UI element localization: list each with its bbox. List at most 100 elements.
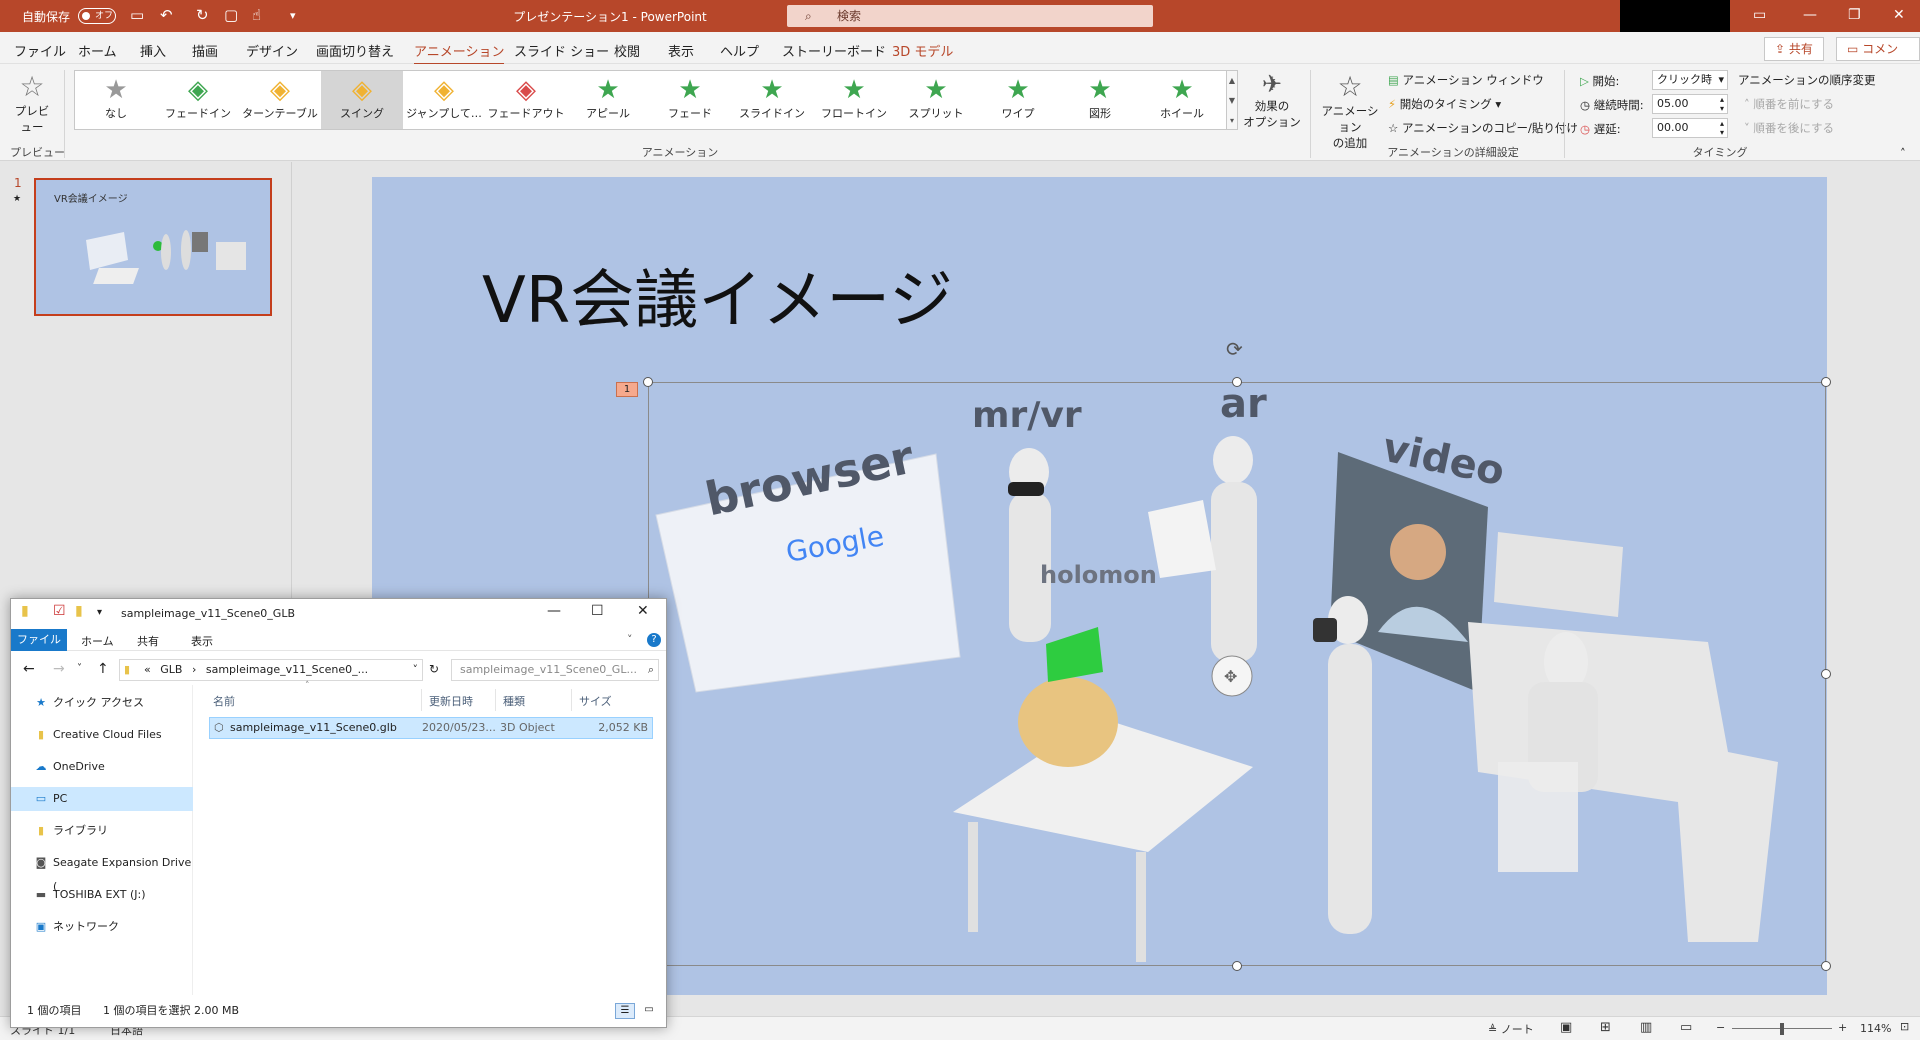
resize-handle[interactable]: [1821, 669, 1831, 679]
resize-handle[interactable]: [1232, 377, 1242, 387]
zoom-in-icon[interactable]: +: [1838, 1021, 1847, 1034]
nav-network[interactable]: ▣ ネットワーク: [11, 915, 193, 939]
anim-appear[interactable]: ★ アピール: [567, 71, 649, 129]
tab-storyboard[interactable]: ストーリーボード: [782, 41, 886, 60]
autosave-toggle[interactable]: オフ: [78, 8, 116, 24]
nav-onedrive[interactable]: ☁ OneDrive: [11, 755, 193, 779]
nav-pc[interactable]: ▭ PC: [11, 787, 193, 811]
nav-quick-access[interactable]: ★ クイック アクセス: [11, 691, 193, 715]
3d-model-selection-box[interactable]: [648, 382, 1826, 966]
anim-none[interactable]: ★ なし: [75, 71, 157, 129]
move-earlier-button[interactable]: ˄ 順番を前にする: [1744, 96, 1834, 112]
trigger-button[interactable]: ⚡ 開始のタイミング ▾: [1388, 96, 1501, 112]
anim-fade-out[interactable]: ◈ フェードアウト: [485, 71, 567, 129]
redo-icon[interactable]: ↻: [196, 6, 209, 24]
fit-slide-icon[interactable]: ⊡: [1900, 1020, 1909, 1033]
resize-handle[interactable]: [1232, 961, 1242, 971]
large-icons-view-icon[interactable]: ▭: [639, 1003, 659, 1019]
gallery-scroll[interactable]: ▲ ▼ ▾: [1226, 70, 1238, 130]
undo-icon[interactable]: ↶: [160, 6, 173, 24]
animation-pane-button[interactable]: ▤ アニメーション ウィンドウ: [1388, 72, 1544, 88]
forward-icon[interactable]: →: [53, 661, 65, 677]
help-icon[interactable]: ?: [647, 633, 661, 647]
nav-toshiba[interactable]: ▬ TOSHIBA EXT (J:): [11, 883, 193, 907]
tab-3d-model[interactable]: 3D モデル: [892, 41, 953, 60]
anim-wipe[interactable]: ★ ワイプ: [977, 71, 1059, 129]
up-icon[interactable]: ↑: [97, 661, 109, 677]
maximize-icon[interactable]: ☐: [591, 603, 604, 619]
duration-input[interactable]: 05.00 ▴ ▾: [1652, 94, 1728, 114]
resize-handle[interactable]: [1821, 377, 1831, 387]
details-view-icon[interactable]: ☰: [615, 1003, 635, 1019]
move-later-button[interactable]: ˅ 順番を後にする: [1744, 120, 1834, 136]
anim-wheel[interactable]: ★ ホイール: [1141, 71, 1223, 129]
share-button[interactable]: ⇪ 共有: [1764, 37, 1824, 61]
comment-button[interactable]: ▭ コメント: [1836, 37, 1920, 78]
tab-insert[interactable]: 挿入: [140, 41, 166, 60]
resize-handle[interactable]: [643, 377, 653, 387]
chevron-down-icon[interactable]: ˅: [413, 660, 419, 680]
slide-title[interactable]: VR会議イメージ: [482, 249, 953, 341]
column-divider[interactable]: [421, 689, 422, 711]
column-divider[interactable]: [495, 689, 496, 711]
minimize-icon[interactable]: —: [547, 603, 561, 619]
search-input[interactable]: ⌕ 検索: [787, 5, 1153, 27]
file-explorer-window[interactable]: ▮ ☑ ▮ ▾ sampleimage_v11_Scene0_GLB — ☐ ✕…: [10, 598, 667, 1028]
close-icon[interactable]: ✕: [1893, 7, 1905, 23]
properties-icon[interactable]: ☑: [53, 603, 66, 619]
explorer-tab-home[interactable]: ホーム: [81, 633, 114, 649]
delay-input[interactable]: 00.00 ▴ ▾: [1652, 118, 1728, 138]
spinner-icon[interactable]: ▴ ▾: [1720, 95, 1724, 113]
zoom-level[interactable]: 114%: [1860, 1022, 1891, 1035]
anim-fly-in[interactable]: ★ スライドイン: [731, 71, 813, 129]
sorter-view-icon[interactable]: ⊞: [1600, 1020, 1611, 1035]
start-select[interactable]: クリック時 ▾: [1652, 70, 1728, 90]
restore-icon[interactable]: ❐: [1848, 7, 1861, 23]
breadcrumb-glb[interactable]: GLB: [160, 663, 182, 676]
anim-jump[interactable]: ◈ ジャンプして…: [403, 71, 485, 129]
tab-home[interactable]: ホーム: [78, 41, 117, 60]
normal-view-icon[interactable]: ▣: [1560, 1020, 1572, 1035]
column-name[interactable]: 名前: [213, 693, 235, 709]
explorer-tab-view[interactable]: 表示: [191, 633, 213, 649]
breadcrumb-back[interactable]: «: [144, 663, 151, 676]
notes-button[interactable]: ≜ ノート: [1488, 1021, 1534, 1037]
column-size[interactable]: サイズ: [579, 693, 612, 709]
column-type[interactable]: 種類: [503, 693, 525, 709]
preview-button[interactable]: ☆ プレビュー: [10, 70, 54, 135]
nav-creative-cloud[interactable]: ▮ Creative Cloud Files: [11, 723, 193, 747]
anim-swing[interactable]: ◈ スイング: [321, 71, 403, 129]
anim-turntable[interactable]: ◈ ターンテーブル: [239, 71, 321, 129]
nav-library[interactable]: ▮ ライブラリ: [11, 819, 193, 843]
tab-slideshow[interactable]: スライド ショー: [514, 41, 609, 60]
resize-handle[interactable]: [1821, 961, 1831, 971]
breadcrumb-current[interactable]: sampleimage_v11_Scene0_...: [206, 663, 368, 676]
explorer-tab-share[interactable]: 共有: [137, 633, 159, 649]
explorer-tab-file[interactable]: ファイル: [11, 629, 67, 651]
expand-ribbon-icon[interactable]: ˅: [627, 633, 633, 646]
save-icon[interactable]: ▭: [130, 6, 144, 24]
zoom-thumb[interactable]: [1780, 1023, 1784, 1035]
collapse-ribbon-icon[interactable]: ˄: [1900, 146, 1906, 160]
tab-file[interactable]: ファイル: [14, 41, 66, 60]
new-folder-icon[interactable]: ▮: [75, 603, 83, 619]
customize-qat-icon[interactable]: ▾: [290, 9, 296, 22]
touch-mode-icon[interactable]: ☝: [252, 6, 261, 24]
add-animation-button[interactable]: ☆ アニメーション の追加: [1318, 70, 1382, 151]
address-input[interactable]: ▮ « GLB › sampleimage_v11_Scene0_... ˅: [119, 659, 423, 681]
anim-fade[interactable]: ★ フェード: [649, 71, 731, 129]
tab-help[interactable]: ヘルプ: [720, 41, 759, 60]
nav-seagate[interactable]: ◙ Seagate Expansion Drive (: [11, 851, 193, 893]
spinner-icon[interactable]: ▴ ▾: [1720, 119, 1724, 137]
reading-view-icon[interactable]: ▥: [1640, 1020, 1652, 1035]
account-area[interactable]: [1620, 0, 1730, 32]
tab-review[interactable]: 校閲: [614, 41, 640, 60]
animation-painter-button[interactable]: ☆ アニメーションのコピー/貼り付け: [1388, 120, 1578, 136]
tab-animations[interactable]: アニメーション: [414, 41, 505, 65]
ribbon-display-icon[interactable]: ▭: [1753, 7, 1766, 23]
tab-design[interactable]: デザイン: [246, 41, 298, 60]
present-icon[interactable]: ▢: [224, 6, 238, 24]
close-icon[interactable]: ✕: [637, 603, 649, 619]
explorer-search-input[interactable]: sampleimage_v11_Scene0_GL... ⌕: [451, 659, 659, 681]
rotate-handle-icon[interactable]: ⟳: [1226, 337, 1243, 361]
